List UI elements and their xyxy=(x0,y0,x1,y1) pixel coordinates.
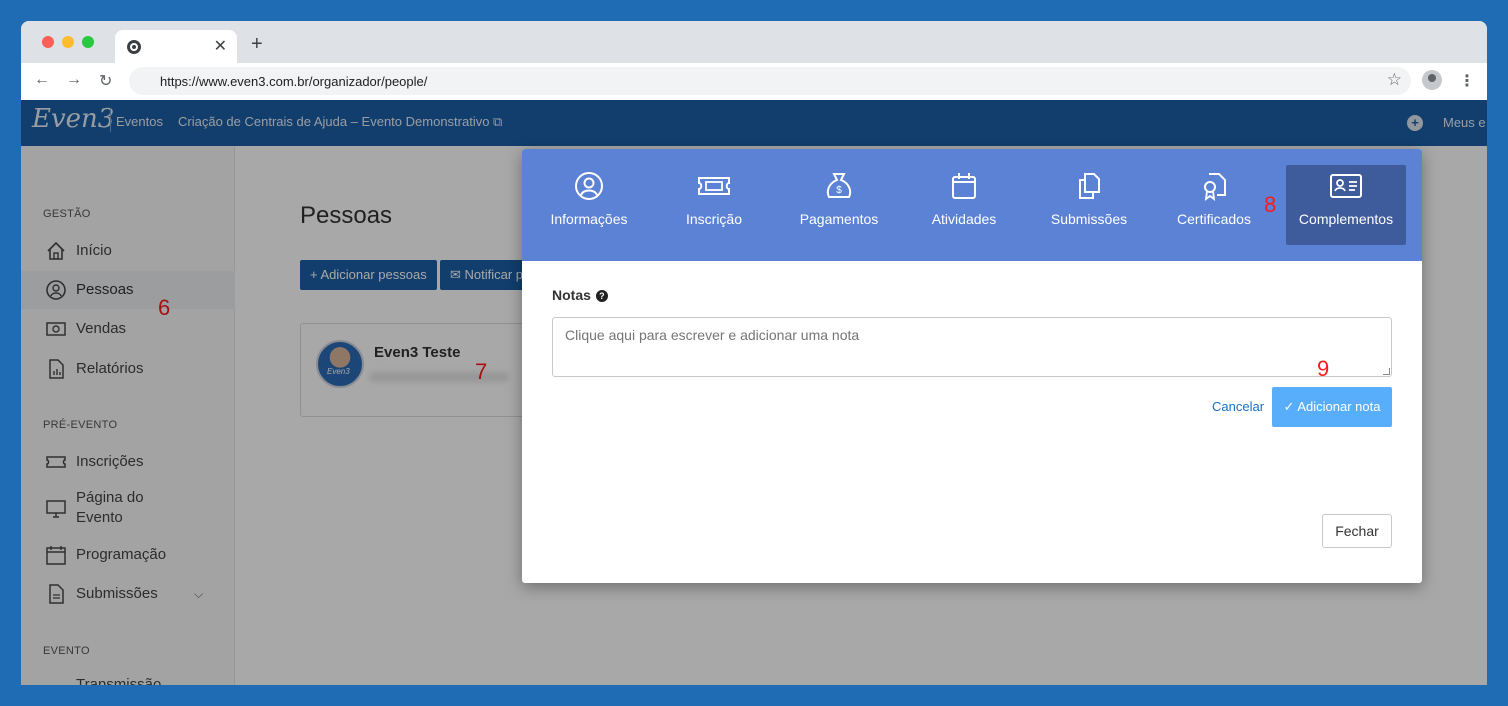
tab-label: Submissões xyxy=(1050,211,1128,227)
copy-icon xyxy=(1079,173,1100,199)
certificate-icon xyxy=(1204,173,1226,201)
modal-tab-bar: Informações Inscrição $ Pagamentos Ativi… xyxy=(522,149,1422,261)
cancel-link[interactable]: Cancelar xyxy=(1212,399,1264,414)
calendar-icon xyxy=(952,173,976,199)
tab-certificados[interactable]: Certificados xyxy=(1161,165,1267,245)
tab-label: Pagamentos xyxy=(799,211,879,227)
tab-label: Informações xyxy=(550,211,628,227)
money-bag-icon: $ xyxy=(826,173,852,198)
chrome-icon xyxy=(127,40,141,54)
tab-label: Certificados xyxy=(1177,211,1251,227)
profile-avatar-icon[interactable] xyxy=(1422,70,1442,90)
user-circle-icon xyxy=(575,172,603,200)
person-modal: Informações Inscrição $ Pagamentos Ativi… xyxy=(522,149,1422,583)
notes-label: Notas? xyxy=(552,287,608,303)
tab-label: Inscrição xyxy=(685,211,743,227)
address-bar[interactable]: https://www.even3.com.br/organizador/peo… xyxy=(129,67,1411,95)
tab-strip: ✕ + xyxy=(21,21,1487,63)
id-card-icon xyxy=(1330,174,1362,198)
tab-inscricao[interactable]: Inscrição xyxy=(661,165,767,245)
tab-label: Atividades xyxy=(931,211,997,227)
close-modal-button[interactable]: Fechar xyxy=(1322,514,1392,548)
tab-complementos[interactable]: Complementos xyxy=(1286,165,1406,245)
tab-submissoes[interactable]: Submissões xyxy=(1036,165,1142,245)
add-note-button[interactable]: ✓ Adicionar nota xyxy=(1272,387,1392,427)
browser-menu-icon[interactable]: ⋮ xyxy=(1459,71,1475,91)
maximize-window-button[interactable] xyxy=(82,36,94,48)
reload-icon[interactable]: ↻ xyxy=(99,71,112,91)
notes-label-text: Notas xyxy=(552,287,591,303)
help-icon[interactable]: ? xyxy=(595,290,608,302)
notes-textarea[interactable] xyxy=(552,317,1392,377)
back-icon[interactable]: ← xyxy=(34,71,50,89)
tab-label: Complementos xyxy=(1298,211,1394,227)
tab-atividades[interactable]: Atividades xyxy=(911,165,1017,245)
resize-handle-icon[interactable] xyxy=(1383,368,1390,375)
annotation-8: 8 xyxy=(1264,192,1277,217)
annotation-9: 9 xyxy=(1317,356,1330,381)
ticket-icon xyxy=(698,177,730,195)
tab-informacoes[interactable]: Informações xyxy=(536,165,642,245)
url-text[interactable]: https://www.even3.com.br/organizador/peo… xyxy=(160,74,427,89)
close-window-button[interactable] xyxy=(42,36,54,48)
tab-pagamentos[interactable]: $ Pagamentos xyxy=(786,165,892,245)
bookmark-star-icon[interactable]: ☆ xyxy=(1387,70,1402,90)
browser-toolbar: ← → ↻ https://www.even3.com.br/organizad… xyxy=(21,63,1487,100)
forward-icon[interactable]: → xyxy=(66,71,82,89)
browser-window: ✕ + ← → ↻ https://www.even3.com.br/organ… xyxy=(21,21,1487,685)
minimize-window-button[interactable] xyxy=(62,36,74,48)
new-tab-button[interactable]: + xyxy=(251,33,263,56)
close-tab-icon[interactable]: ✕ xyxy=(214,36,227,56)
page-viewport: Even3 Eventos Criação de Centrais de Aju… xyxy=(21,100,1487,685)
browser-tab[interactable]: ✕ xyxy=(115,30,237,63)
svg-text:$: $ xyxy=(836,185,842,196)
